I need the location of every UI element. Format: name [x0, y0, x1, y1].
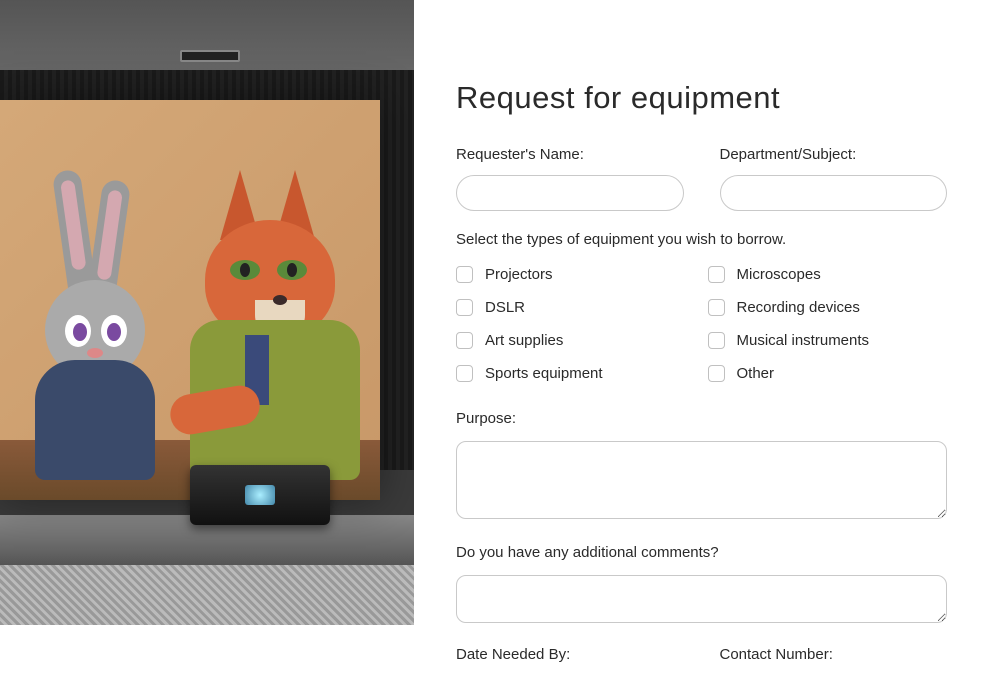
- checkbox-label: Art supplies: [485, 332, 563, 349]
- checkbox-other[interactable]: [708, 365, 725, 382]
- checkbox-item-projectors: Projectors: [456, 266, 692, 283]
- comments-label: Do you have any additional comments?: [456, 544, 947, 561]
- checkbox-item-dslr: DSLR: [456, 299, 692, 316]
- purpose-label: Purpose:: [456, 410, 947, 427]
- checkbox-item-art: Art supplies: [456, 332, 692, 349]
- checkbox-label: Sports equipment: [485, 365, 603, 382]
- equipment-prompt: Select the types of equipment you wish t…: [456, 231, 947, 248]
- form-panel: Request for equipment Requester's Name: …: [414, 0, 999, 625]
- purpose-textarea[interactable]: [456, 441, 947, 519]
- checkbox-musical[interactable]: [708, 332, 725, 349]
- checkbox-item-musical: Musical instruments: [708, 332, 948, 349]
- checkbox-projectors[interactable]: [456, 266, 473, 283]
- checkbox-label: DSLR: [485, 299, 525, 316]
- checkbox-recording[interactable]: [708, 299, 725, 316]
- department-input[interactable]: [720, 175, 948, 211]
- checkbox-item-other: Other: [708, 365, 948, 382]
- checkbox-sports[interactable]: [456, 365, 473, 382]
- requester-name-input[interactable]: [456, 175, 684, 211]
- contact-number-label: Contact Number:: [720, 646, 948, 663]
- checkbox-dslr[interactable]: [456, 299, 473, 316]
- comments-textarea[interactable]: [456, 575, 947, 623]
- date-needed-label: Date Needed By:: [456, 646, 684, 663]
- checkbox-label: Projectors: [485, 266, 553, 283]
- checkbox-art[interactable]: [456, 332, 473, 349]
- checkbox-label: Recording devices: [737, 299, 860, 316]
- checkbox-label: Microscopes: [737, 266, 821, 283]
- form-title: Request for equipment: [456, 80, 947, 116]
- requester-name-label: Requester's Name:: [456, 146, 684, 163]
- checkbox-item-recording: Recording devices: [708, 299, 948, 316]
- checkbox-label: Other: [737, 365, 775, 382]
- checkbox-label: Musical instruments: [737, 332, 870, 349]
- checkbox-microscopes[interactable]: [708, 266, 725, 283]
- department-label: Department/Subject:: [720, 146, 948, 163]
- checkbox-item-sports: Sports equipment: [456, 365, 692, 382]
- hero-image: [0, 0, 414, 625]
- checkbox-item-microscopes: Microscopes: [708, 266, 948, 283]
